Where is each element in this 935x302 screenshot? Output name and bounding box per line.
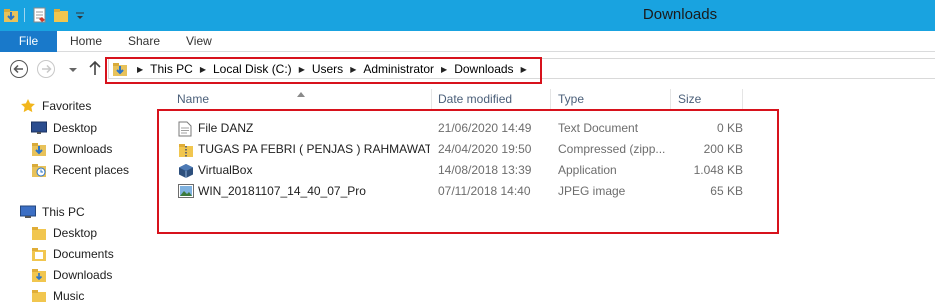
breadcrumb[interactable]: ▶ This PC ▶ Local Disk (C:) ▶ Users ▶ Ad… (112, 59, 534, 79)
file-name: TUGAS PA FEBRI ( PENJAS ) RAHMAWAT... (198, 142, 430, 156)
file-date-modified: 21/06/2020 14:49 (438, 121, 532, 135)
folder-icon (31, 288, 47, 302)
chevron-right-icon[interactable]: ▶ (441, 65, 447, 74)
chevron-right-icon[interactable]: ▶ (521, 65, 527, 74)
file-type: Application (558, 163, 617, 177)
file-type: JPEG image (558, 184, 626, 198)
nav-label: Favorites (42, 99, 92, 113)
tab-home[interactable]: Home (70, 31, 102, 52)
downloads-folder-icon (31, 141, 47, 157)
computer-icon (20, 205, 36, 219)
ribbon-tabs: File Home Share View (0, 31, 935, 52)
text-file-icon (178, 121, 192, 140)
title-bar: Downloads (0, 0, 935, 31)
file-size: 65 KB (710, 184, 743, 198)
nav-item-recent-places[interactable]: Recent places (31, 161, 129, 179)
nav-item-desktop[interactable]: Desktop (31, 119, 97, 137)
file-name: WIN_20181107_14_40_07_Pro (198, 184, 366, 198)
column-headers: Name Date modified Type Size (160, 89, 935, 109)
tab-file[interactable]: File (0, 31, 57, 52)
chevron-right-icon[interactable]: ▶ (299, 65, 305, 74)
file-row[interactable]: File DANZ 21/06/2020 14:49 Text Document… (175, 118, 775, 139)
crumb-downloads[interactable]: Downloads (454, 62, 513, 76)
chevron-right-icon[interactable]: ▶ (350, 65, 356, 74)
file-type: Text Document (558, 121, 639, 135)
jpeg-image-icon (178, 184, 194, 201)
nav-item-pc-downloads[interactable]: Downloads (31, 266, 112, 284)
file-row[interactable]: WIN_20181107_14_40_07_Pro 07/11/2018 14:… (175, 181, 775, 202)
file-row[interactable]: VirtualBox 14/08/2018 13:39 Application … (175, 160, 775, 181)
tab-share[interactable]: Share (128, 31, 160, 52)
column-header-name[interactable]: Name (177, 89, 209, 109)
column-header-date-modified[interactable]: Date modified (438, 89, 512, 109)
file-name: File DANZ (198, 121, 254, 135)
nav-item-pc-desktop[interactable]: Desktop (31, 224, 97, 242)
chevron-right-icon[interactable]: ▶ (200, 65, 206, 74)
folder-icon (31, 246, 47, 262)
crumb-this-pc[interactable]: This PC (150, 62, 193, 76)
column-header-type[interactable]: Type (558, 89, 584, 109)
file-date-modified: 07/11/2018 14:40 (438, 184, 531, 198)
folder-icon (31, 267, 47, 283)
navigation-pane: Favorites Desktop Downloads Recent place… (0, 86, 160, 302)
file-name: VirtualBox (198, 163, 253, 177)
star-icon (20, 98, 36, 114)
chevron-right-icon[interactable]: ▶ (137, 65, 143, 74)
file-type: Compressed (zipp... (558, 142, 666, 156)
file-size: 1.048 KB (693, 163, 743, 177)
nav-label: Downloads (53, 142, 113, 156)
virtualbox-icon (178, 163, 194, 182)
nav-label: Desktop (53, 226, 98, 240)
file-date-modified: 14/08/2018 13:39 (438, 163, 532, 177)
file-size: 0 KB (716, 121, 743, 135)
nav-item-downloads[interactable]: Downloads (31, 140, 112, 158)
nav-label: Recent places (53, 163, 130, 177)
back-button[interactable] (9, 59, 29, 82)
crumb-administrator[interactable]: Administrator (363, 62, 434, 76)
file-date-modified: 24/04/2020 19:50 (438, 142, 532, 156)
recent-places-icon (31, 162, 47, 178)
zip-folder-icon (178, 142, 194, 161)
crumb-users[interactable]: Users (312, 62, 343, 76)
nav-label: Desktop (53, 121, 98, 135)
nav-label: Music (53, 289, 85, 302)
file-row[interactable]: TUGAS PA FEBRI ( PENJAS ) RAHMAWAT... 24… (175, 139, 775, 160)
up-arrow-icon[interactable] (88, 60, 102, 79)
nav-label: Documents (53, 247, 114, 261)
nav-item-pc-music[interactable]: Music (31, 287, 84, 302)
forward-button[interactable] (36, 59, 56, 82)
nav-item-pc-documents[interactable]: Documents (31, 245, 114, 263)
desktop-icon (31, 121, 47, 135)
nav-favorites[interactable]: Favorites (20, 97, 91, 115)
nav-label: This PC (42, 205, 85, 219)
column-header-size[interactable]: Size (678, 89, 701, 109)
window-title: Downloads (642, 6, 718, 23)
nav-this-pc[interactable]: This PC (20, 203, 85, 221)
recent-locations-icon[interactable] (68, 64, 78, 78)
file-size: 200 KB (703, 142, 743, 156)
folder-location-icon (112, 61, 128, 77)
crumb-local-disk[interactable]: Local Disk (C:) (213, 62, 292, 76)
folder-icon (31, 225, 47, 241)
nav-label: Downloads (53, 268, 113, 282)
tab-view[interactable]: View (186, 31, 212, 52)
